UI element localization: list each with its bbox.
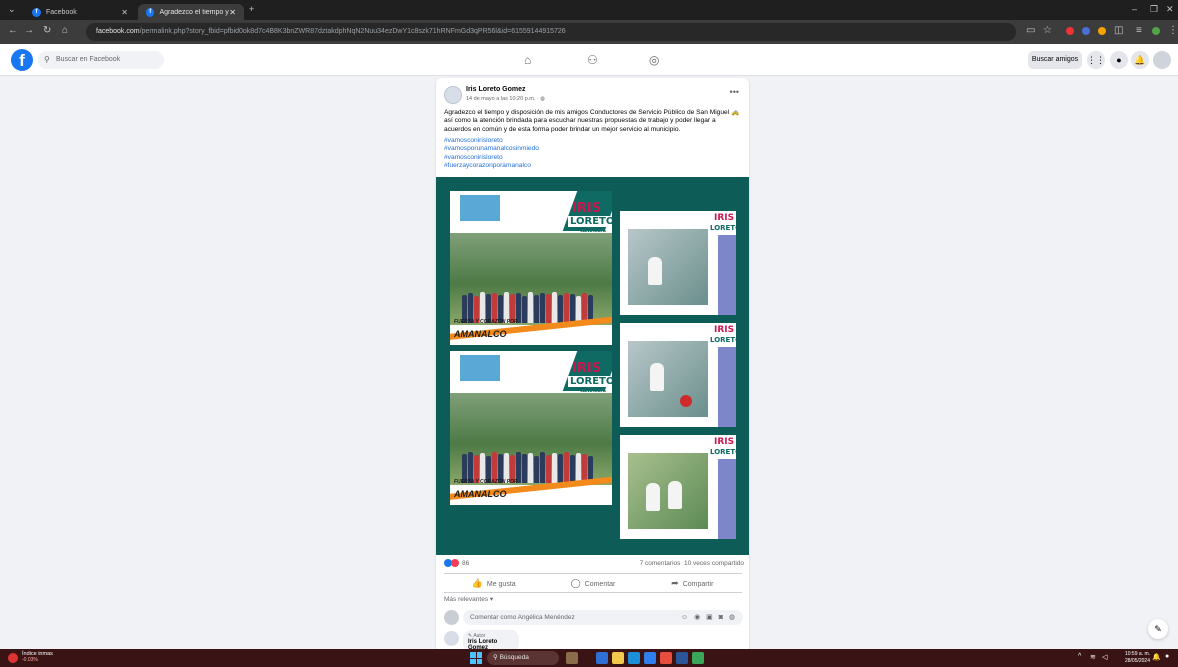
love-reaction-icon xyxy=(451,559,459,567)
tab-post[interactable]: f Agradezco el tiempo y dispos... ✕ xyxy=(138,4,244,20)
hashtag-link[interactable]: #fuerzaycorazonporamanalco xyxy=(444,162,539,170)
extensions-puzzle-icon[interactable]: ◫ xyxy=(1114,25,1123,36)
comments-count[interactable]: 7 comentarios xyxy=(640,560,681,567)
stocks-widget[interactable]: Índice inmas -0.03% xyxy=(8,651,53,663)
task-view-icon[interactable] xyxy=(596,652,608,664)
new-message-compose-icon[interactable]: ✎ xyxy=(1148,619,1168,639)
menu-grid-icon[interactable]: ⋮⋮ xyxy=(1087,51,1105,69)
comment-sort-dropdown[interactable]: Más relevantes ▾ xyxy=(444,595,493,603)
maximize-icon[interactable]: ❐ xyxy=(1150,4,1158,15)
post-date[interactable]: 14 de mayo a las 10:20 p.m. · ◍ xyxy=(466,96,545,102)
facebook-search-input[interactable]: ⚲ Buscar en Facebook xyxy=(38,51,164,69)
share-button[interactable]: ➦ Compartir xyxy=(643,575,742,591)
post-stats: 86 7 comentarios 10 veces compartido xyxy=(444,559,744,571)
excel-icon[interactable] xyxy=(692,652,704,664)
chevron-down-icon: ▾ xyxy=(489,596,494,603)
store-icon[interactable] xyxy=(644,652,656,664)
home-nav-icon[interactable]: ⌂ xyxy=(524,53,531,67)
group-photo-1: IRIS LORETO CANDIDATA FUERZA Y CORAZÓN P… xyxy=(450,191,612,345)
post-image[interactable]: IRIS LORETO CANDIDATA FUERZA Y CORAZÓN P… xyxy=(436,177,749,555)
reactions-summary[interactable]: 86 xyxy=(444,559,469,567)
group-photo-2: IRIS LORETO CANDIDATA FUERZA Y CORAZÓN P… xyxy=(450,351,612,505)
post-author[interactable]: Iris Loreto Gomez xyxy=(466,86,526,93)
edge-browser-icon[interactable] xyxy=(628,652,640,664)
reading-list-icon[interactable]: ≡ xyxy=(1136,25,1142,36)
cast-icon[interactable]: ▭ xyxy=(1026,25,1035,36)
browser-menu-icon[interactable]: ⋮ xyxy=(1168,25,1178,36)
thumbs-up-icon: 👍 xyxy=(471,578,483,588)
share-arrow-icon: ➦ xyxy=(671,578,679,588)
wifi-icon[interactable]: ≋ xyxy=(1090,653,1096,661)
globe-icon: ◍ xyxy=(540,96,546,102)
comment-input[interactable]: Comentar como Angélica Menéndez ☺ ◉ ▣ ◙ … xyxy=(463,610,743,625)
close-tab-icon[interactable]: ✕ xyxy=(229,8,236,17)
facebook-favicon-icon: f xyxy=(146,7,155,17)
close-window-icon[interactable]: ✕ xyxy=(1166,4,1174,15)
like-button[interactable]: 👍 Me gusta xyxy=(444,575,543,591)
word-icon[interactable] xyxy=(676,652,688,664)
url-field[interactable]: facebook.com/permalink.php?story_fbid=pf… xyxy=(86,23,1016,41)
chrome-icon[interactable] xyxy=(660,652,672,664)
account-avatar[interactable] xyxy=(1153,51,1171,69)
hashtag-link[interactable]: #vamosconirisloreto xyxy=(444,154,539,162)
windows-start-icon[interactable] xyxy=(470,652,482,664)
divider xyxy=(444,573,742,574)
comment-button[interactable]: ◯ Comentar xyxy=(543,575,642,591)
author-avatar[interactable] xyxy=(444,86,462,104)
facebook-header: f ⚲ Buscar en Facebook ⌂ ⚇ ◎ Buscar amig… xyxy=(0,44,1178,76)
tab-search-icon[interactable]: ⌄ xyxy=(8,4,16,15)
friends-nav-icon[interactable]: ⚇ xyxy=(587,53,598,67)
reload-icon[interactable]: ↻ xyxy=(43,25,51,36)
search-icon: ⚲ xyxy=(44,55,50,64)
more-options-icon[interactable]: ••• xyxy=(730,87,739,97)
profile-avatar-icon[interactable] xyxy=(1152,27,1160,35)
back-icon[interactable]: ← xyxy=(8,25,18,36)
post-actions: 👍 Me gusta ◯ Comentar ➦ Compartir xyxy=(444,575,742,591)
groups-nav-icon[interactable]: ◎ xyxy=(649,53,659,67)
find-friends-button[interactable]: Buscar amigos xyxy=(1028,51,1082,69)
home-icon[interactable]: ⌂ xyxy=(62,25,68,36)
windows-taskbar: Índice inmas -0.03% ⚲ Búsqueda ^ ≋ ◁ 10:… xyxy=(0,649,1178,667)
extension-icon[interactable] xyxy=(1082,27,1090,35)
extension-icon[interactable] xyxy=(1066,27,1074,35)
volume-icon[interactable]: ◁ xyxy=(1102,653,1107,661)
comment-tools-icons[interactable]: ☺ ◉ ▣ ◙ ◍ xyxy=(681,610,737,625)
messenger-icon[interactable]: ● xyxy=(1110,51,1128,69)
post-card: Iris Loreto Gomez 14 de mayo a las 10:20… xyxy=(436,78,749,652)
candidate-photo-1: IRIS LORETO xyxy=(620,211,736,315)
candidate-photo-2: IRIS LORETO xyxy=(620,323,736,427)
candidate-photo-3: IRIS LORETO xyxy=(620,435,736,539)
copilot-icon[interactable] xyxy=(566,652,578,664)
close-tab-icon[interactable]: ✕ xyxy=(121,8,128,17)
notifications-bell-icon[interactable]: 🔔 xyxy=(1131,51,1149,69)
shares-count[interactable]: 10 veces compartido xyxy=(684,560,744,567)
comment-bubble-icon: ◯ xyxy=(570,578,581,588)
notification-bell-icon[interactable]: 🔔 xyxy=(1152,653,1161,661)
divider xyxy=(444,592,742,593)
reply-author-avatar[interactable] xyxy=(444,631,459,646)
facebook-favicon-icon: f xyxy=(32,7,41,17)
facebook-logo-icon[interactable]: f xyxy=(11,49,33,71)
commenter-avatar xyxy=(444,610,459,625)
address-bar-row: ← → ↻ ⌂ facebook.com/permalink.php?story… xyxy=(0,20,1178,44)
system-clock[interactable]: 10:59 a. m. 28/05/2024 xyxy=(1125,651,1150,664)
extension-icon[interactable] xyxy=(1098,27,1106,35)
file-explorer-icon[interactable] xyxy=(612,652,624,664)
taskbar-search[interactable]: ⚲ Búsqueda xyxy=(487,651,559,665)
minimize-icon[interactable]: – xyxy=(1132,4,1137,14)
browser-tab-strip: ⌄ f Facebook ✕ f Agradezco el tiempo y d… xyxy=(0,0,1178,20)
post-text: Agradezco el tiempo y disposición de mis… xyxy=(444,109,740,133)
stocks-icon xyxy=(8,653,18,663)
hashtag-link[interactable]: #vamosconirisloreto xyxy=(444,137,539,145)
tab-facebook[interactable]: f Facebook ✕ xyxy=(24,4,136,20)
widget-weather-icon[interactable]: ● xyxy=(1165,653,1169,660)
hashtag-list: #vamosconirisloreto #vamosporunamanalcos… xyxy=(444,137,539,171)
tray-chevron-up-icon[interactable]: ^ xyxy=(1078,653,1081,660)
bookmark-star-icon[interactable]: ☆ xyxy=(1043,25,1052,36)
new-tab-button[interactable]: + xyxy=(249,4,254,14)
forward-icon[interactable]: → xyxy=(24,25,34,36)
hashtag-link[interactable]: #vamosporunamanalcosinmiedo xyxy=(444,145,539,153)
